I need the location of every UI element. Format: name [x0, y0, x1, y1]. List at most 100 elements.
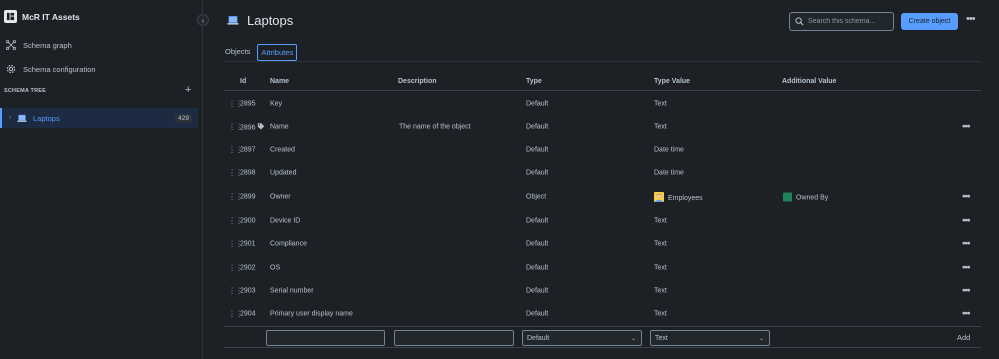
table-row[interactable]: ⋮⋮ 2901 Compliance Default Text •••: [224, 232, 981, 255]
table-row[interactable]: ⋮⋮ 2903 Serial number Default Text •••: [224, 279, 981, 302]
cell-type-value: Text: [654, 310, 667, 317]
more-icon[interactable]: •••: [962, 238, 970, 249]
cell-name: Primary user display name: [270, 310, 353, 317]
page-header: Laptops: [227, 13, 293, 28]
cell-name: Serial number: [270, 287, 314, 294]
cell-name: Key: [270, 100, 283, 107]
chevron-left-icon[interactable]: ‹: [197, 14, 209, 26]
new-attribute-type-select[interactable]: Default ⌄: [522, 330, 642, 346]
more-icon[interactable]: •••: [966, 13, 976, 25]
search-icon: [795, 17, 804, 26]
new-attribute-type-value-select[interactable]: Text ⌄: [650, 330, 770, 346]
cell-type-value: Date time: [654, 169, 684, 176]
cell-name: Device ID: [270, 217, 301, 224]
cell-type: Default: [526, 123, 549, 130]
tab-attributes[interactable]: Attributes: [257, 44, 298, 61]
table-row[interactable]: ⋮⋮ 2899 Owner Object Employees Owned By •••: [224, 185, 981, 208]
new-attribute-description-input[interactable]: [394, 330, 514, 346]
cell-id: 2902: [240, 264, 256, 271]
plus-icon[interactable]: +: [185, 84, 191, 96]
cell-type-value: Text: [654, 240, 667, 247]
attribute-id: 2900: [240, 217, 256, 224]
cell-name: Created: [270, 146, 295, 153]
main-content: Laptops Create object ••• Objects Attrib…: [204, 0, 999, 359]
additional-value-text: Owned By: [796, 194, 829, 201]
type-value-text: Date time: [654, 146, 684, 153]
cell-type: Default: [526, 169, 549, 176]
more-icon[interactable]: •••: [962, 308, 970, 319]
attribute-id: 2904: [240, 310, 256, 317]
cell-type: Object: [526, 193, 547, 200]
table-header-divider: [224, 90, 981, 91]
table-row[interactable]: ⋮⋮ 2898 Updated Default Date time: [224, 161, 981, 184]
tree-item-count: 429: [175, 113, 192, 123]
tab-objects[interactable]: Objects: [222, 44, 253, 61]
type-value-text: Date time: [654, 169, 684, 176]
add-attribute-button[interactable]: Add: [957, 333, 970, 342]
new-attribute-row: Default ⌄ Text ⌄ Add: [224, 326, 981, 348]
search-input[interactable]: [808, 18, 888, 25]
type-value-text: Text: [654, 217, 667, 224]
cell-type-value: Text: [654, 287, 667, 294]
cell-type: Default: [526, 310, 549, 317]
gear-icon: [6, 64, 16, 74]
type-value-select-value: Text: [655, 334, 668, 342]
nav-schema-configuration-label: Schema configuration: [23, 64, 96, 74]
nav-schema-graph[interactable]: Schema graph: [6, 40, 72, 50]
label-tag-icon: [257, 122, 264, 130]
cell-id: 2903: [240, 287, 256, 294]
column-header-additional-value: Additional Value: [782, 78, 837, 85]
more-icon[interactable]: •••: [962, 191, 970, 202]
more-icon[interactable]: •••: [962, 121, 970, 132]
more-icon[interactable]: •••: [962, 285, 970, 296]
type-value-text: Text: [654, 100, 667, 107]
attribute-id: 2897: [240, 146, 256, 153]
cell-type: Default: [526, 146, 549, 153]
cell-id: 2900: [240, 217, 256, 224]
more-icon[interactable]: •••: [962, 215, 970, 226]
search-box[interactable]: [789, 12, 894, 31]
table-row[interactable]: ⋮⋮ 2904 Primary user display name Default Te…: [224, 302, 981, 325]
new-attribute-name-input[interactable]: [266, 330, 385, 346]
type-value-text: Text: [654, 264, 667, 271]
color-swatch: [783, 192, 792, 201]
table-header: Id Name Description Type Type Value Addi…: [224, 78, 981, 90]
table-row[interactable]: ⋮⋮ 2902 OS Default Text •••: [224, 256, 981, 279]
page-title: Laptops: [247, 13, 294, 28]
cell-type-value: Employees: [654, 191, 703, 202]
cell-id: 2897: [240, 146, 256, 153]
attribute-id: 2902: [240, 264, 256, 271]
type-select-value: Default: [527, 334, 550, 342]
table-row[interactable]: ⋮⋮ 2897 Created Default Date time: [224, 138, 981, 161]
chevron-right-icon[interactable]: ›: [9, 115, 11, 121]
cell-type-value: Date time: [654, 146, 684, 153]
type-value-text: Text: [654, 287, 667, 294]
cell-id: 2898: [240, 169, 256, 176]
table-row[interactable]: ⋮⋮ 2900 Device ID Default Text •••: [224, 209, 981, 232]
column-header-type: Type: [526, 78, 542, 85]
schema-graph-icon: [6, 40, 16, 50]
tree-item-label: Laptops: [33, 113, 60, 123]
tabs-divider: [224, 61, 981, 62]
cell-id: 2901: [240, 240, 256, 247]
tabs: Objects Attributes: [222, 44, 298, 61]
cell-id: 2895: [240, 100, 256, 107]
type-value-text: Employees: [668, 194, 703, 202]
column-header-type-value: Type Value: [654, 78, 691, 85]
attribute-id: 2899: [240, 193, 256, 200]
create-object-button[interactable]: Create object: [901, 13, 958, 30]
column-header-id: Id: [240, 78, 247, 85]
more-icon[interactable]: •••: [962, 262, 970, 273]
cell-type-value: Text: [654, 123, 667, 130]
attribute-id: 2903: [240, 287, 256, 294]
cell-name: Updated: [270, 169, 297, 176]
nav-schema-configuration[interactable]: Schema configuration: [6, 64, 96, 74]
table-row[interactable]: ⋮⋮ 2896 Name The name of the object Default T…: [224, 115, 981, 138]
cell-type: Default: [526, 240, 549, 247]
tree-item-laptops[interactable]: › Laptops 429: [0, 108, 198, 128]
cell-type-value: Text: [654, 264, 667, 271]
attribute-id: 2895: [240, 100, 256, 107]
table-row[interactable]: ⋮⋮ 2895 Key Default Text: [224, 92, 981, 115]
cell-type-value: Text: [654, 217, 667, 224]
cell-id: 2904: [240, 310, 256, 317]
